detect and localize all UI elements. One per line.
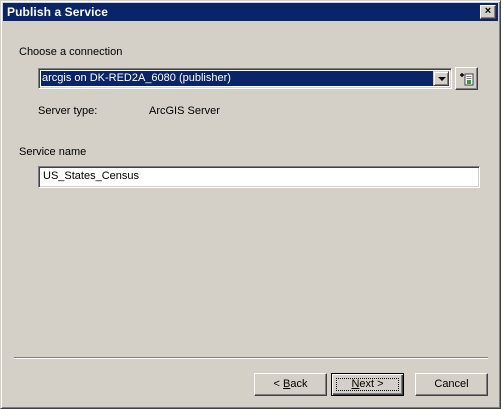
cancel-button-label: Cancel [434,378,469,390]
back-button-prefix: < [273,378,283,390]
back-button-label: ack [290,378,308,390]
dialog-title: Publish a Service [7,5,109,19]
add-connection-button[interactable] [455,67,478,90]
connection-dropdown[interactable]: arcgis on DK-RED2A_6080 (publisher) [38,68,452,89]
close-button[interactable]: × [480,5,496,19]
publish-service-dialog: Publish a Service × Choose a connection … [0,0,501,409]
service-name-label: Service name [19,146,87,158]
focus-indicator [336,378,399,391]
chevron-down-icon[interactable] [433,71,449,86]
choose-connection-label: Choose a connection [19,46,123,58]
server-type-value: ArcGIS Server [149,105,220,117]
next-button[interactable]: Next > [331,373,404,396]
server-type-label: Server type: [38,105,98,117]
back-button[interactable]: < Back [254,373,327,396]
cancel-button[interactable]: Cancel [415,373,488,396]
footer-divider [14,357,488,359]
add-server-connection-icon [460,73,474,86]
connection-selected-value: arcgis on DK-RED2A_6080 (publisher) [41,71,433,86]
title-bar[interactable]: Publish a Service × [3,3,498,21]
service-name-input[interactable]: US_States_Census [38,166,480,188]
close-icon: × [484,5,492,17]
